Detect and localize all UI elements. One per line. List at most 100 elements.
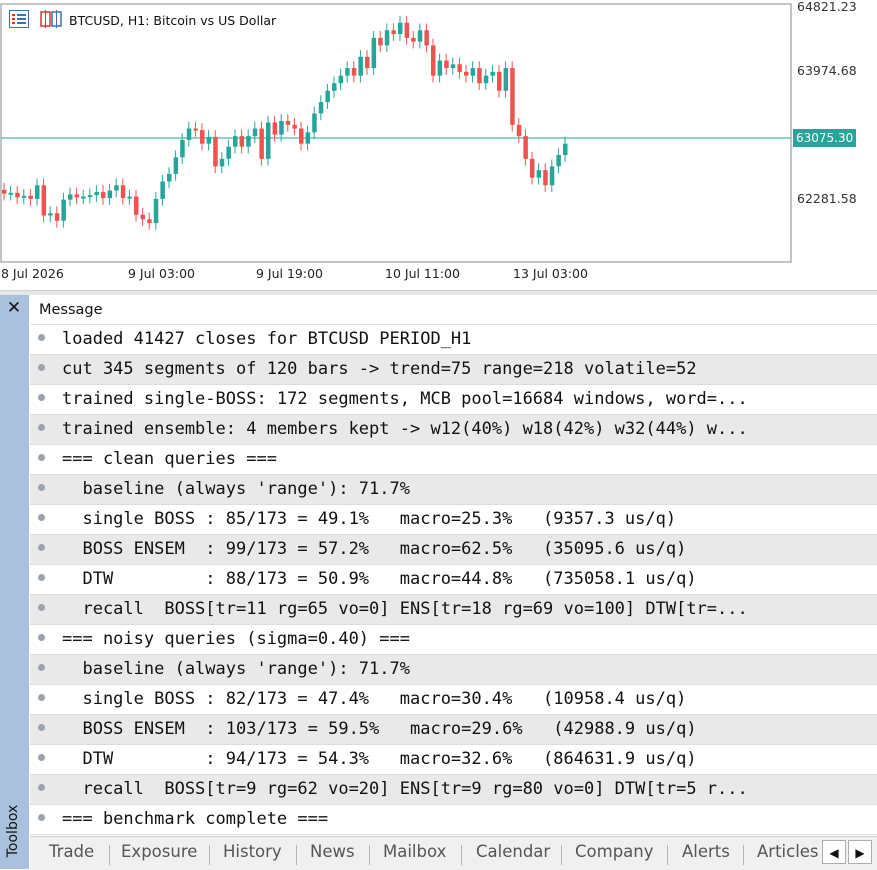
candle-body — [305, 132, 311, 144]
candle-body — [48, 213, 53, 216]
candle-body — [68, 194, 73, 200]
chart-menu-icon[interactable] — [9, 10, 29, 28]
candlestick-chart[interactable] — [0, 0, 877, 290]
candle-body — [536, 170, 542, 178]
candle-body — [153, 198, 159, 224]
message-row[interactable]: recall BOSS[tr=11 rg=65 vo=0] ENS[tr=18 … — [30, 595, 877, 625]
candle-body — [81, 196, 86, 199]
message-row[interactable]: single BOSS : 85/173 = 49.1% macro=25.3%… — [30, 505, 877, 535]
bullet-icon — [38, 394, 45, 401]
candle-body — [338, 75, 344, 84]
candle-body — [233, 136, 238, 147]
message-row[interactable]: DTW : 94/173 = 54.3% macro=32.6% (864631… — [30, 745, 877, 775]
price-chart[interactable]: BTCUSD, H1: Bitcoin vs US Dollar 64821.2… — [0, 0, 877, 290]
tab-separator — [369, 845, 370, 865]
candle-body — [28, 195, 33, 199]
message-row[interactable]: loaded 41427 closes for BTCUSD PERIOD_H1 — [30, 325, 877, 355]
message-text: DTW : 88/173 = 50.9% macro=44.8% (735058… — [62, 569, 697, 589]
candle-body — [384, 30, 390, 46]
message-row[interactable]: BOSS ENSEM : 103/173 = 59.5% macro=29.6%… — [30, 715, 877, 745]
message-column-header[interactable]: Message — [30, 296, 877, 325]
bullet-icon — [38, 454, 45, 461]
tab-history[interactable]: History — [223, 842, 282, 861]
candle-body — [61, 199, 66, 221]
candle-body — [378, 37, 383, 46]
message-text: baseline (always 'range'): 71.7% — [62, 479, 410, 499]
candle-body — [252, 128, 258, 137]
candle-body — [206, 136, 212, 144]
candle-body — [266, 122, 271, 159]
candle-body — [318, 102, 324, 114]
candle-body — [470, 68, 476, 76]
message-row[interactable]: === clean queries === — [30, 445, 877, 475]
candle-body — [417, 30, 423, 42]
tab-calendar[interactable]: Calendar — [476, 842, 550, 861]
candle-body — [41, 185, 47, 216]
panel-splitter[interactable] — [0, 290, 877, 295]
message-text: trained single-BOSS: 172 segments, MCB p… — [62, 389, 748, 409]
candle-body — [437, 60, 443, 76]
candle-body — [74, 194, 80, 198]
candle-body — [21, 195, 27, 198]
message-text: BOSS ENSEM : 103/173 = 59.5% macro=29.6%… — [62, 719, 697, 739]
message-row[interactable]: single BOSS : 82/173 = 47.4% macro=30.4%… — [30, 685, 877, 715]
tab-separator — [109, 845, 110, 865]
candle-body — [272, 122, 278, 135]
message-row[interactable]: recall BOSS[tr=9 rg=62 vo=20] ENS[tr=9 r… — [30, 775, 877, 805]
toolbox-label: Toolbox — [5, 804, 21, 858]
message-row[interactable]: === noisy queries (sigma=0.40) === — [30, 625, 877, 655]
candle-body — [134, 196, 139, 215]
candle-body — [35, 185, 40, 199]
message-row[interactable]: === benchmark complete === — [30, 805, 877, 835]
tab-company[interactable]: Company — [575, 842, 654, 861]
message-row[interactable]: trained ensemble: 4 members kept -> w12(… — [30, 415, 877, 445]
candle-body — [259, 128, 264, 159]
candle-body — [431, 45, 436, 76]
tab-separator — [561, 845, 562, 865]
candle-body — [325, 90, 330, 103]
bullet-icon — [38, 754, 45, 761]
scroll-right-icon[interactable]: ▶ — [848, 840, 872, 864]
bullet-icon — [38, 484, 45, 491]
candle-body — [543, 170, 548, 186]
candle-body — [530, 158, 535, 178]
tab-separator — [743, 845, 744, 865]
time-label: 9 Jul 03:00 — [128, 266, 196, 281]
message-row[interactable]: baseline (always 'range'): 71.7% — [30, 475, 877, 505]
time-label: 13 Jul 03:00 — [513, 266, 588, 281]
message-list[interactable]: loaded 41427 closes for BTCUSD PERIOD_H1… — [30, 325, 877, 835]
message-row[interactable]: BOSS ENSEM : 99/173 = 57.2% macro=62.5% … — [30, 535, 877, 565]
candle-body — [490, 71, 495, 76]
time-label: 9 Jul 19:00 — [256, 266, 324, 281]
bullet-icon — [38, 424, 45, 431]
bullet-icon — [38, 334, 45, 341]
chart-title: BTCUSD, H1: Bitcoin vs US Dollar — [69, 13, 277, 28]
close-icon[interactable]: ✕ — [3, 298, 25, 318]
candle-body — [464, 71, 469, 76]
price-level-mid: 63974.68 — [797, 63, 857, 78]
candle-body — [497, 71, 502, 91]
candle-body — [173, 157, 179, 174]
candle-body — [516, 124, 522, 137]
tab-exposure[interactable]: Exposure — [121, 842, 197, 861]
candle-body — [15, 192, 20, 198]
candle-body — [246, 136, 251, 147]
scroll-left-icon[interactable]: ◀ — [822, 840, 846, 864]
candle-body — [457, 64, 462, 72]
tab-trade[interactable]: Trade — [49, 842, 94, 861]
message-row[interactable]: cut 345 segments of 120 bars -> trend=75… — [30, 355, 877, 385]
tab-articles[interactable]: Articles — [757, 842, 819, 861]
message-row[interactable]: DTW : 88/173 = 50.9% macro=44.8% (735058… — [30, 565, 877, 595]
candle-body — [563, 143, 568, 156]
tab-news[interactable]: News — [310, 842, 355, 861]
tab-separator — [296, 845, 297, 865]
message-row[interactable]: baseline (always 'range'): 71.7% — [30, 655, 877, 685]
candle-body — [285, 121, 291, 125]
tab-mailbox[interactable]: Mailbox — [383, 842, 446, 861]
candle-body — [8, 192, 14, 195]
time-label: 10 Jul 11:00 — [385, 266, 460, 281]
message-row[interactable]: trained single-BOSS: 172 segments, MCB p… — [30, 385, 877, 415]
candle-body — [120, 185, 126, 199]
tab-alerts[interactable]: Alerts — [682, 842, 730, 861]
tab-separator — [461, 845, 462, 865]
